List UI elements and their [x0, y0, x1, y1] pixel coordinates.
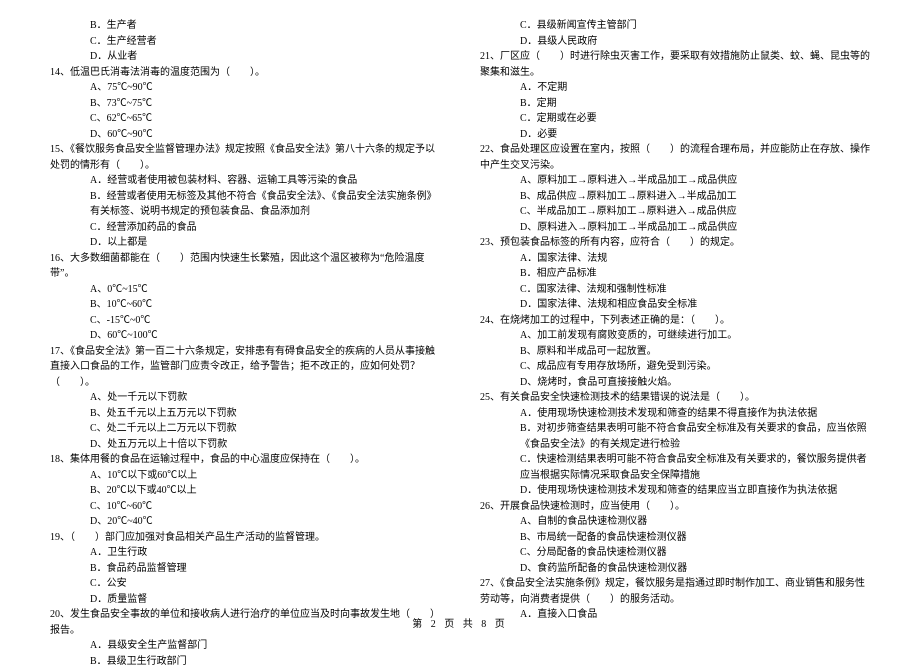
option-line: A、75℃~90℃ [50, 80, 440, 96]
right-column: C．县级新闻宣传主管部门D．县级人民政府21、厂区应（ ）时进行除虫灭害工作，要… [480, 18, 870, 669]
option-line: B、处五千元以上五万元以下罚款 [50, 406, 440, 422]
option-line: C、分局配备的食品快速检测仪器 [480, 545, 870, 561]
option-line: C．公安 [50, 576, 440, 592]
question-line: 18、集体用餐的食品在运输过程中，食品的中心温度应保持在（ ）。 [50, 452, 440, 468]
option-line: D、原料进入→原料加工→半成品加工→成品供应 [480, 220, 870, 236]
option-line: B、原料和半成品可一起放置。 [480, 344, 870, 360]
option-line: A．不定期 [480, 80, 870, 96]
question-line: 27、《食品安全法实施条例》规定，餐饮服务是指通过即时制作加工、商业销售和服务性… [480, 576, 870, 607]
option-line: D、20℃~40℃ [50, 514, 440, 530]
option-line: B．定期 [480, 96, 870, 112]
option-line: D、60℃~100℃ [50, 328, 440, 344]
option-line: C、10℃~60℃ [50, 499, 440, 515]
option-line: B．食品药品监督管理 [50, 561, 440, 577]
option-line: C．快速检测结果表明可能不符合食品安全标准及有关要求的，餐饮服务提供者应当根据实… [480, 452, 870, 483]
option-line: B．生产者 [50, 18, 440, 34]
option-line: C．定期或在必要 [480, 111, 870, 127]
option-line: D、60℃~90℃ [50, 127, 440, 143]
option-line: B．相应产品标准 [480, 266, 870, 282]
option-line: D．以上都是 [50, 235, 440, 251]
option-line: C、-15℃~0℃ [50, 313, 440, 329]
page-columns: B．生产者C．生产经营者D．从业者14、低温巴氏消毒法消毒的温度范围为（ ）。A… [50, 18, 870, 669]
question-line: 25、有关食品安全快速检测技术的结果错误的说法是（ ）。 [480, 390, 870, 406]
question-line: 17、《食品安全法》第一百二十六条规定，安排患有有碍食品安全的疾病的人员从事接触… [50, 344, 440, 391]
question-line: 15、《餐饮服务食品安全监督管理办法》规定按照《食品安全法》第八十六条的规定予以… [50, 142, 440, 173]
option-line: A、加工前发现有腐败变质的，可继续进行加工。 [480, 328, 870, 344]
option-line: A、原料加工→原料进入→半成品加工→成品供应 [480, 173, 870, 189]
option-line: D．县级人民政府 [480, 34, 870, 50]
option-line: A．卫生行政 [50, 545, 440, 561]
option-line: C．县级新闻宣传主管部门 [480, 18, 870, 34]
option-line: A、10℃以下或60℃以上 [50, 468, 440, 484]
option-line: D、处五万元以上十倍以下罚款 [50, 437, 440, 453]
question-line: 16、大多数细菌都能在（ ）范围内快速生长繁殖，因此这个温区被称为“危险温度带”… [50, 251, 440, 282]
option-line: D．使用现场快速检测技术发现和筛查的结果应当立即直接作为执法依据 [480, 483, 870, 499]
option-line: B．经营或者使用无标签及其他不符合《食品安全法》、《食品安全法实施条例》有关标签… [50, 189, 440, 220]
question-line: 22、食品处理区应设置在室内，按照（ ）的流程合理布局，并应能防止在存放、操作中… [480, 142, 870, 173]
option-line: D．从业者 [50, 49, 440, 65]
option-line: D．必要 [480, 127, 870, 143]
option-line: A、0℃~15℃ [50, 282, 440, 298]
question-line: 26、开展食品快速检测时，应当使用（ ）。 [480, 499, 870, 515]
question-line: 19、（ ）部门应加强对食品相关产品生产活动的监督管理。 [50, 530, 440, 546]
option-line: D．质量监督 [50, 592, 440, 608]
option-line: A、处一千元以下罚款 [50, 390, 440, 406]
page-footer: 第 2 页 共 8 页 [0, 617, 920, 633]
option-line: A．国家法律、法规 [480, 251, 870, 267]
option-line: B．县级卫生行政部门 [50, 654, 440, 669]
question-line: 24、在烧烤加工的过程中，下列表述正确的是：（ ）。 [480, 313, 870, 329]
option-line: A．经营或者使用被包装材料、容器、运输工具等污染的食品 [50, 173, 440, 189]
left-column: B．生产者C．生产经营者D．从业者14、低温巴氏消毒法消毒的温度范围为（ ）。A… [50, 18, 440, 669]
question-line: 23、预包装食品标签的所有内容，应符合（ ）的规定。 [480, 235, 870, 251]
option-line: C．生产经营者 [50, 34, 440, 50]
option-line: C、半成品加工→原料加工→原料进入→成品供应 [480, 204, 870, 220]
option-line: B、10℃~60℃ [50, 297, 440, 313]
option-line: D．国家法律、法规和相应食品安全标准 [480, 297, 870, 313]
question-line: 14、低温巴氏消毒法消毒的温度范围为（ ）。 [50, 65, 440, 81]
option-line: C、62℃~65℃ [50, 111, 440, 127]
option-line: A、自制的食品快速检测仪器 [480, 514, 870, 530]
option-line: B．对初步筛查结果表明可能不符合食品安全标准及有关要求的食品，应当依照《食品安全… [480, 421, 870, 452]
option-line: C．国家法律、法规和强制性标准 [480, 282, 870, 298]
option-line: A．县级安全生产监督部门 [50, 638, 440, 654]
option-line: D、烧烤时，食品可直接接触火焰。 [480, 375, 870, 391]
option-line: B、73℃~75℃ [50, 96, 440, 112]
option-line: A．使用现场快速检测技术发现和筛查的结果不得直接作为执法依据 [480, 406, 870, 422]
option-line: B、成品供应→原料加工→原料进入→半成品加工 [480, 189, 870, 205]
option-line: C、成品应有专用存放场所，避免受到污染。 [480, 359, 870, 375]
option-line: D、食药监所配备的食品快速检测仪器 [480, 561, 870, 577]
option-line: C．经营添加药品的食品 [50, 220, 440, 236]
option-line: B、市局统一配备的食品快速检测仪器 [480, 530, 870, 546]
option-line: C、处二千元以上二万元以下罚款 [50, 421, 440, 437]
option-line: B、20℃以下或40℃以上 [50, 483, 440, 499]
question-line: 21、厂区应（ ）时进行除虫灭害工作，要采取有效措施防止鼠类、蚊、蝇、昆虫等的聚… [480, 49, 870, 80]
